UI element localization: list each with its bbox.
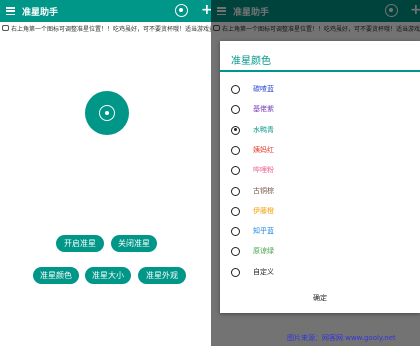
tip-text: 右上角第一个图标可调整准星位置！！吃鸡虽好，可不要贪杯哦！适当游戏益脑，沉迷游戏… (11, 25, 211, 33)
radio-checked-icon[interactable] (231, 125, 240, 135)
color-option-label: 基佬紫 (253, 105, 274, 114)
color-option-label: 碳喳蓝 (253, 85, 274, 93)
radio-unchecked-icon[interactable] (231, 247, 240, 257)
radio-unchecked-icon[interactable] (231, 166, 240, 176)
confirm-button[interactable]: 确定 (220, 293, 420, 303)
color-option-label: 姨妈红 (253, 145, 274, 154)
crosshair-position-icon[interactable] (175, 4, 188, 17)
radio-unchecked-icon[interactable] (231, 186, 240, 196)
color-option[interactable]: 伊藤橙 (220, 203, 420, 223)
color-option[interactable]: 哔哩粉 (220, 162, 420, 182)
watermark: 图片来源：网客网 www.gooly.net (287, 334, 396, 342)
main-screen: 准星助手 + 右上角第一个图标可调整准星位置！！吃鸡虽好，可不要贪杯哦！适当游戏… (0, 0, 211, 346)
color-option[interactable]: 基佬紫 (220, 101, 420, 121)
crosshair-color-button[interactable]: 准星颜色 (33, 267, 79, 284)
open-crosshair-button[interactable]: 开启准星 (56, 235, 104, 252)
crosshair-size-button[interactable]: 准星大小 (85, 267, 131, 284)
color-option[interactable]: 知乎蓝 (220, 223, 420, 243)
color-option[interactable]: 姨妈红 (220, 142, 420, 162)
radio-unchecked-icon[interactable] (231, 267, 240, 277)
color-option[interactable]: 原谅绿 (220, 243, 420, 263)
tip-bar: 右上角第一个图标可调整准星位置！！吃鸡虽好，可不要贪杯哦！适当游戏益脑，沉迷游戏… (0, 23, 211, 33)
dialog-title: 准星颜色 (231, 56, 271, 67)
chat-icon (2, 25, 9, 31)
color-dialog-screen: 准星助手 + 右上角第一个图标可调整准星位置！！吃鸡虽好，可不要贪杯哦！适当游戏… (211, 0, 420, 346)
color-option-label: 水鸭青 (253, 125, 274, 134)
radio-unchecked-icon[interactable] (231, 85, 240, 94)
close-crosshair-button[interactable]: 关闭准星 (111, 235, 157, 252)
radio-unchecked-icon[interactable] (231, 206, 240, 216)
color-option-label: 原谅绿 (253, 247, 274, 256)
color-option-label: 伊藤橙 (253, 206, 274, 215)
radio-unchecked-icon[interactable] (231, 227, 240, 237)
color-option-label: 自定义 (253, 267, 274, 276)
crosshair-preview (85, 91, 129, 135)
crosshair-look-button[interactable]: 准星外观 (138, 267, 186, 284)
color-option[interactable]: 古铜棕 (220, 183, 420, 203)
color-option-label: 知乎蓝 (253, 227, 274, 236)
radio-unchecked-icon[interactable] (231, 145, 240, 155)
app-bar: 准星助手 + (0, 0, 211, 22)
radio-unchecked-icon[interactable] (231, 105, 240, 115)
menu-icon[interactable] (6, 7, 15, 16)
app-title: 准星助手 (22, 8, 59, 18)
dialog-divider (220, 70, 420, 72)
color-option[interactable]: 水鸭青 (220, 122, 420, 142)
crosshair-dot-icon (105, 111, 109, 115)
color-option[interactable]: 碳喳蓝 (220, 81, 420, 101)
color-option-label: 古铜棕 (253, 186, 274, 195)
color-option-label: 哔哩粉 (253, 166, 274, 175)
color-option[interactable]: 自定义 (220, 264, 420, 284)
color-dialog: 准星颜色 碳喳蓝基佬紫水鸭青姨妈红哔哩粉古铜棕伊藤橙知乎蓝原谅绿自定义 确定 (220, 41, 420, 313)
add-icon[interactable]: + (201, 2, 211, 18)
